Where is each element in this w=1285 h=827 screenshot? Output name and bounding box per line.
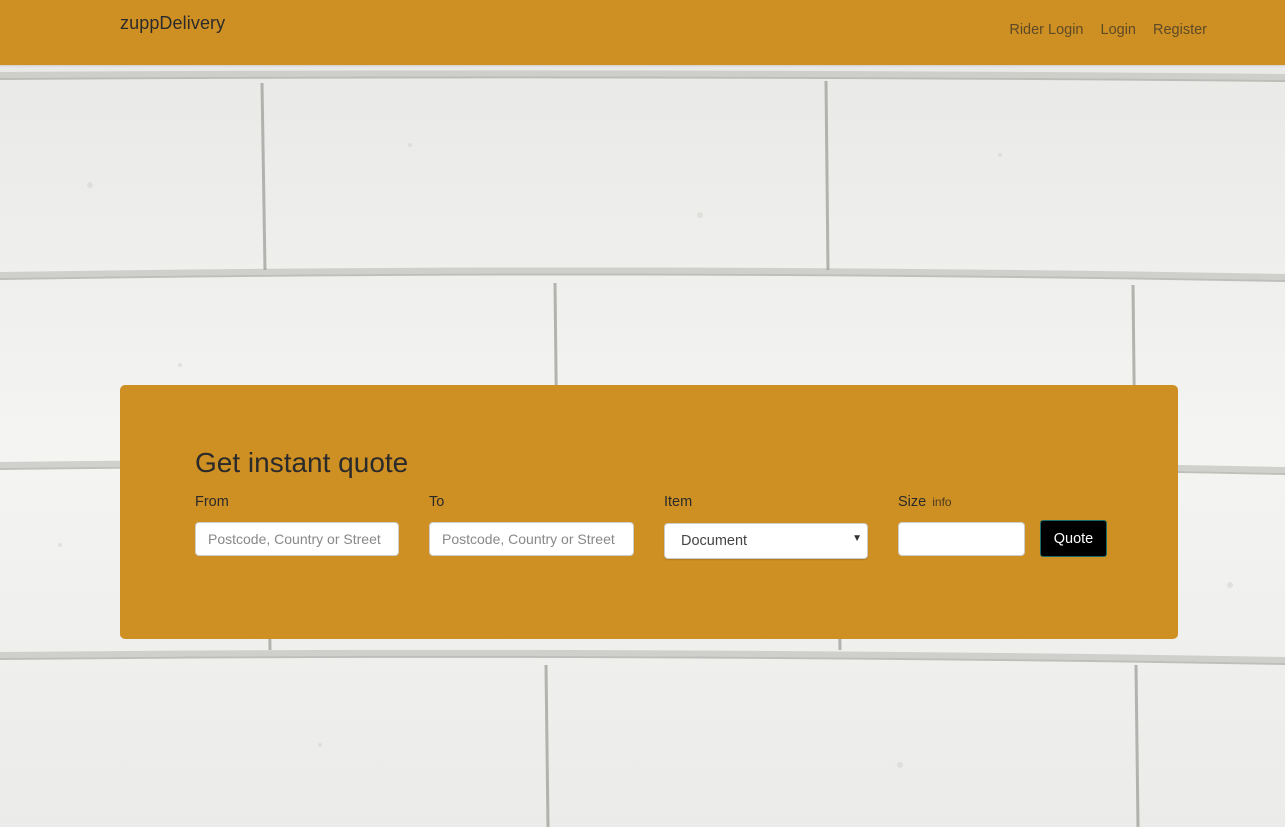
nav-link-register[interactable]: Register xyxy=(1153,22,1207,38)
item-label: Item xyxy=(664,494,693,510)
caret-down-icon: ▼ xyxy=(852,533,862,544)
to-label: To xyxy=(429,494,445,510)
quote-panel-title: Get instant quote xyxy=(195,447,409,478)
from-input[interactable] xyxy=(195,522,399,556)
item-select-value: Document xyxy=(681,533,748,549)
from-label: From xyxy=(195,494,229,510)
size-label: Size xyxy=(898,494,927,510)
top-navbar: zuppDelivery Rider Login Login Register xyxy=(0,0,1285,65)
nav-links: Rider Login Login Register xyxy=(1009,22,1207,38)
brand-logo-text[interactable]: zuppDelivery xyxy=(120,13,225,34)
size-input[interactable] xyxy=(898,522,1025,556)
to-input[interactable] xyxy=(429,522,634,556)
size-label-group: Size info xyxy=(898,494,952,510)
nav-link-login[interactable]: Login xyxy=(1101,22,1136,38)
size-info-link[interactable]: info xyxy=(932,495,951,509)
quote-button[interactable]: Quote xyxy=(1040,520,1107,557)
nav-link-rider-login[interactable]: Rider Login xyxy=(1009,22,1083,38)
quote-panel: Get instant quote From To Item Document … xyxy=(120,385,1178,639)
item-select[interactable]: Document ▼ xyxy=(664,523,868,559)
